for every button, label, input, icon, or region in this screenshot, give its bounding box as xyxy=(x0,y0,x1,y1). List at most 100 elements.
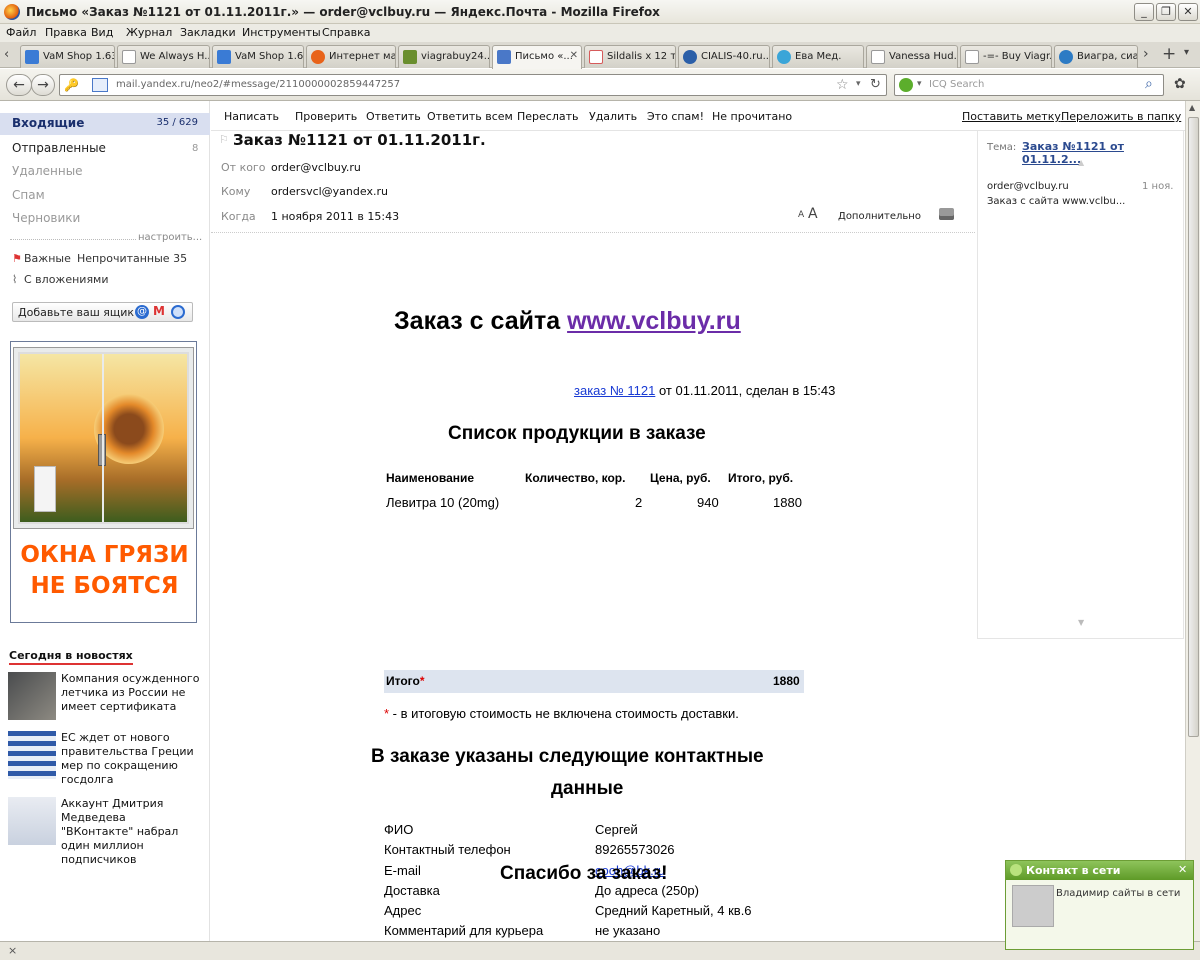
reload-icon[interactable]: ↻ xyxy=(870,77,881,92)
delete-button[interactable]: Удалить xyxy=(589,110,637,123)
window-titlebar: Письмо «Заказ №1121 от 01.11.2011г.» — o… xyxy=(0,0,1200,24)
thanks-text: Спасибо за заказ! xyxy=(500,863,668,884)
reply-all-button[interactable]: Ответить всем xyxy=(427,110,513,123)
label-attachments[interactable]: С вложениями xyxy=(24,273,109,286)
thread-item[interactable]: order@vclbuy.ru 1 ноя. Заказ с сайта www… xyxy=(978,173,1183,217)
tab-scroll-right-icon[interactable]: › xyxy=(1143,46,1149,62)
contact-online-popup[interactable]: Контакт в сети ✕ Владимир сайты в сети xyxy=(1005,860,1194,950)
folder-drafts[interactable]: Черновики xyxy=(12,211,80,225)
font-larger-icon[interactable]: A xyxy=(808,206,818,222)
spam-button[interactable]: Это спам! xyxy=(647,110,704,123)
folder-sent[interactable]: Отправленные xyxy=(12,141,106,155)
flag-icon[interactable]: ⚐ xyxy=(219,133,229,146)
tab-letter-active[interactable]: Письмо «... ✕ xyxy=(492,45,582,69)
folder-deleted[interactable]: Удаленные xyxy=(12,164,83,178)
reply-button[interactable]: Ответить xyxy=(366,110,421,123)
tab-vamshop-2[interactable]: VaM Shop 1.63 xyxy=(212,45,304,68)
menu-help[interactable]: Справка xyxy=(322,26,370,39)
forward-button[interactable]: → xyxy=(31,74,55,96)
scrollbar-thumb[interactable] xyxy=(1188,117,1199,737)
extension-icon[interactable]: ✿ xyxy=(1174,76,1186,92)
tab-viagrabuy24[interactable]: viagrabuy24.... xyxy=(398,45,490,68)
move-to-folder-button[interactable]: Переложить в папку xyxy=(1061,110,1181,123)
tab-sildalis[interactable]: Sildalis x 12 т... xyxy=(584,45,676,68)
contact-value: 89265573026 xyxy=(595,842,675,857)
new-tab-button[interactable]: + xyxy=(1162,44,1176,64)
close-findbar-icon[interactable]: × xyxy=(8,944,17,957)
add-mailbox-button[interactable]: Добавьте ваш ящик @ M xyxy=(12,302,193,322)
folder-inbox[interactable]: Входящие 35 / 629 xyxy=(0,113,210,135)
navigation-bar: ← → 🔑 mail.yandex.ru/neo2/#message/21100… xyxy=(0,69,1200,101)
contact-key: Доставка xyxy=(384,883,440,898)
add-label-button[interactable]: Поставить метку xyxy=(962,110,1061,123)
from-value[interactable]: order@vclbuy.ru xyxy=(271,161,361,174)
news-thumbnail xyxy=(8,672,56,720)
setup-folders-link[interactable]: настроить... xyxy=(136,232,203,243)
search-bar[interactable]: ▾ ICQ Search ⌕ xyxy=(894,74,1164,96)
tab-bar: ‹ VaM Shop 1.63 We Always H... VaM Shop … xyxy=(0,42,1200,69)
menu-view[interactable]: Вид xyxy=(91,26,113,39)
font-smaller-icon[interactable]: A xyxy=(798,210,804,220)
menu-tools[interactable]: Инструменты xyxy=(242,26,321,39)
check-button[interactable]: Проверить xyxy=(295,110,357,123)
mark-unread-button[interactable]: Не прочитано xyxy=(712,110,792,123)
search-icon[interactable]: ⌕ xyxy=(1145,76,1153,92)
thread-subject[interactable]: Заказ №1121 от 01.11.2... xyxy=(1022,140,1183,166)
close-window-button[interactable]: ✕ xyxy=(1178,3,1198,21)
menu-file[interactable]: Файл xyxy=(6,26,36,39)
tab-scroll-left-icon[interactable]: ‹ xyxy=(4,47,9,62)
contact-key: E-mail xyxy=(384,863,421,878)
identity-key-icon[interactable]: 🔑 xyxy=(64,78,79,92)
scroll-down-icon[interactable]: ▼ xyxy=(1078,618,1084,627)
tab-buy-viagra[interactable]: -=- Buy Viagr... xyxy=(960,45,1052,68)
maximize-button[interactable]: ❐ xyxy=(1156,3,1176,21)
tab-we-always[interactable]: We Always H... xyxy=(117,45,210,68)
compose-button[interactable]: Написать xyxy=(224,110,279,123)
tab-favicon-icon xyxy=(777,50,791,64)
search-engine-dropdown-icon[interactable]: ▾ xyxy=(917,79,922,89)
icq-flower-icon xyxy=(899,78,913,92)
label-important[interactable]: Важные xyxy=(24,252,71,265)
back-button[interactable]: ← xyxy=(6,74,32,96)
more-button[interactable]: Дополнительно xyxy=(838,211,921,222)
order-number-link[interactable]: заказ № 1121 xyxy=(574,383,655,398)
menu-edit[interactable]: Правка xyxy=(45,26,87,39)
page-scrollbar[interactable]: ▲ xyxy=(1185,101,1200,941)
minimize-button[interactable]: _ xyxy=(1134,3,1154,21)
paperclip-icon: ⌇ xyxy=(12,273,18,286)
print-icon[interactable] xyxy=(939,208,954,220)
to-value[interactable]: ordersvcl@yandex.ru xyxy=(271,185,388,198)
url-bar[interactable]: 🔑 mail.yandex.ru/neo2/#message/211000000… xyxy=(59,74,887,96)
tab-viagra-sia[interactable]: Виагра, сиа... xyxy=(1054,45,1138,68)
flag-icon: ⚑ xyxy=(12,252,22,265)
menu-bar: Файл Правка Вид Журнал Закладки Инструме… xyxy=(0,24,1200,42)
tab-cialis40[interactable]: CIALIS-40.ru... xyxy=(678,45,770,68)
list-tabs-icon[interactable]: ▾ xyxy=(1184,47,1189,58)
dropdown-icon[interactable]: ▾ xyxy=(856,79,861,89)
close-popup-icon[interactable]: ✕ xyxy=(1178,863,1187,876)
total-row xyxy=(384,670,804,693)
site-link[interactable]: www.vclbuy.ru xyxy=(567,307,741,335)
close-tab-icon[interactable]: ✕ xyxy=(570,50,578,61)
tab-internet-shop[interactable]: Интернет ма... xyxy=(306,45,396,68)
tab-favicon-icon xyxy=(965,50,979,64)
tab-favicon-icon xyxy=(1059,50,1073,64)
menu-history[interactable]: Журнал xyxy=(126,26,172,39)
folder-inbox-label: Входящие xyxy=(12,116,85,130)
contact-avatar xyxy=(1012,885,1054,927)
label-unread[interactable]: Непрочитанные 35 xyxy=(77,252,187,265)
delivery-note: * - в итоговую стоимость не включена сто… xyxy=(384,706,739,721)
bookmark-star-icon[interactable]: ☆ xyxy=(836,77,849,93)
scroll-up-arrow-icon[interactable]: ▲ xyxy=(1189,103,1195,112)
scroll-up-icon[interactable]: ▲ xyxy=(1078,158,1084,167)
message-subject: Заказ №1121 от 01.11.2011г. xyxy=(233,131,486,149)
search-placeholder: ICQ Search xyxy=(929,79,985,90)
folder-spam[interactable]: Спам xyxy=(12,188,45,202)
forward-button[interactable]: Переслать xyxy=(517,110,579,123)
tab-eva-med[interactable]: Ева Мед. xyxy=(772,45,864,68)
menu-bookmarks[interactable]: Закладки xyxy=(180,26,236,39)
ad-banner[interactable]: ОКНА ГРЯЗИ НЕ БОЯТСЯ xyxy=(10,341,197,623)
tab-vanessa[interactable]: Vanessa Hud... xyxy=(866,45,958,68)
tab-vamshop-1[interactable]: VaM Shop 1.63 xyxy=(20,45,115,68)
mail-toolbar: Написать Проверить Ответить Ответить все… xyxy=(211,101,1200,131)
